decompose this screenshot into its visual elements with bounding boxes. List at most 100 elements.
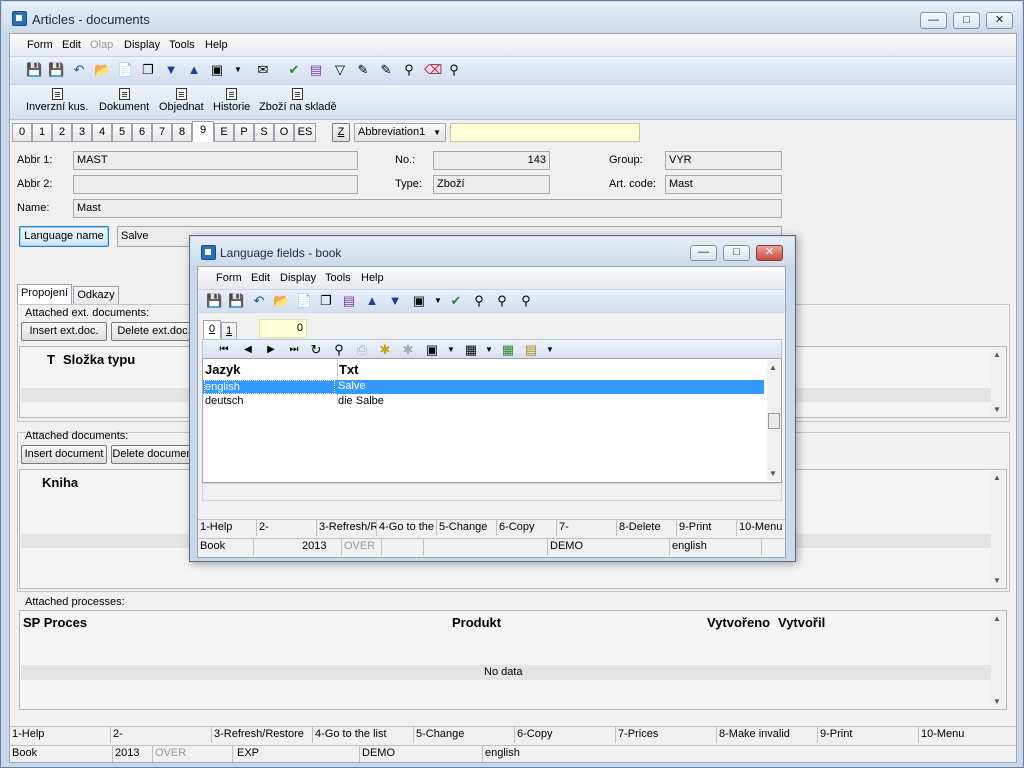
- dialog-tab-0[interactable]: 0: [203, 320, 221, 339]
- no-field[interactable]: 143: [433, 151, 550, 170]
- tab-7[interactable]: 7: [152, 123, 172, 142]
- open-folder-icon[interactable]: 📂: [273, 293, 289, 309]
- table-row[interactable]: deutsch die Salbe: [203, 395, 764, 409]
- col-product[interactable]: Produkt: [452, 615, 501, 630]
- language-grid[interactable]: Jazyk Txt english Salve deutsch die Salbe …: [202, 358, 782, 483]
- col-language[interactable]: Jazyk: [205, 362, 240, 377]
- fkey-refresh[interactable]: 3-Refresh/R: [317, 520, 377, 536]
- new-doc-icon[interactable]: 📄: [296, 293, 312, 309]
- menu-tools[interactable]: Tools: [169, 39, 195, 51]
- stock-goods-button[interactable]: Zboží na skladě: [259, 88, 337, 113]
- fkey-goto[interactable]: 4-Go to the: [377, 520, 437, 536]
- fkey-help[interactable]: 1-Help: [198, 520, 257, 536]
- scroll-thumb[interactable]: [768, 413, 780, 429]
- scroll-down-icon[interactable]: ▼: [769, 469, 777, 478]
- tab-p[interactable]: P: [234, 123, 254, 142]
- tab-5[interactable]: 5: [112, 123, 132, 142]
- edit-icon[interactable]: ✎: [355, 62, 371, 78]
- arrow-down-icon[interactable]: ▼: [387, 293, 403, 309]
- dropdown-icon[interactable]: ▼: [481, 342, 497, 358]
- notes-icon[interactable]: ▤: [523, 342, 539, 358]
- tab-4[interactable]: 4: [92, 123, 112, 142]
- scroll-down-icon[interactable]: ▼: [993, 697, 1001, 706]
- abbreviation-select[interactable]: Abbreviation1 ▼: [354, 123, 446, 142]
- insert-ext-doc-button[interactable]: Insert ext.doc.: [21, 322, 107, 341]
- tab-1[interactable]: 1: [32, 123, 52, 142]
- processes-scrollbar[interactable]: ▲ ▼: [991, 612, 1005, 708]
- tab-9[interactable]: 9: [192, 121, 214, 142]
- fkey-copy[interactable]: 6-Copy: [515, 727, 616, 743]
- fkey-print[interactable]: 9-Print: [677, 520, 737, 536]
- tab-s[interactable]: S: [254, 123, 274, 142]
- save-all-icon[interactable]: 💾: [228, 293, 244, 309]
- mail-icon[interactable]: ✉: [255, 62, 271, 78]
- col-t[interactable]: T: [47, 352, 55, 367]
- dialog-menu-help[interactable]: Help: [361, 272, 384, 284]
- scroll-down-icon[interactable]: ▼: [993, 405, 1001, 414]
- book-icon[interactable]: ▤: [308, 62, 324, 78]
- dialog-menu-display[interactable]: Display: [280, 272, 316, 284]
- save-icon[interactable]: 💾: [26, 62, 42, 78]
- menu-form[interactable]: Form: [27, 39, 53, 51]
- tab-e[interactable]: E: [214, 123, 234, 142]
- history-button[interactable]: Historie: [213, 88, 250, 113]
- fkey-copy[interactable]: 6-Copy: [497, 520, 557, 536]
- col-folder-type[interactable]: Složka typu: [63, 352, 135, 367]
- arrow-up-icon[interactable]: ▲: [364, 293, 380, 309]
- fkey-print[interactable]: 9-Print: [818, 727, 919, 743]
- fkey-menu[interactable]: 10-Menu: [737, 520, 785, 536]
- tab-3[interactable]: 3: [72, 123, 92, 142]
- search-binoculars-icon[interactable]: ⚲: [331, 342, 347, 358]
- open-folder-icon[interactable]: 📂: [94, 62, 110, 78]
- abbreviation-input[interactable]: [450, 123, 640, 142]
- inverse-piece-button[interactable]: Inverzní kus.: [26, 88, 88, 113]
- document-button[interactable]: Dokument: [99, 88, 149, 113]
- table-row[interactable]: english Salve: [203, 380, 764, 394]
- dropdown-icon[interactable]: ▼: [443, 342, 459, 358]
- tab-2[interactable]: 2: [52, 123, 72, 142]
- copy-icon[interactable]: ❐: [140, 62, 156, 78]
- fkey-goto-list[interactable]: 4-Go to the list: [313, 727, 414, 743]
- tab-propojeni[interactable]: Propojení: [17, 284, 72, 305]
- tab-es[interactable]: ES: [294, 123, 316, 142]
- refresh-doc-icon[interactable]: ↻: [308, 342, 324, 358]
- tab-odkazy[interactable]: Odkazy: [73, 286, 119, 305]
- fkey-change[interactable]: 5-Change: [437, 520, 497, 536]
- new-record-icon[interactable]: ✱: [377, 342, 393, 358]
- tab-8[interactable]: 8: [172, 123, 192, 142]
- filter-check-icon[interactable]: ✔: [448, 293, 464, 309]
- delete-ext-doc-button[interactable]: Delete ext.doc.: [111, 322, 197, 341]
- binoculars-edit-icon[interactable]: ⚲: [518, 293, 534, 309]
- fkey-change[interactable]: 5-Change: [414, 727, 515, 743]
- name-field[interactable]: Mast: [73, 199, 782, 218]
- dropdown-icon[interactable]: ▼: [430, 293, 446, 309]
- binoculars-icon[interactable]: ⚲: [401, 62, 417, 78]
- scroll-down-icon[interactable]: ▼: [993, 576, 1001, 585]
- edit-folder-icon[interactable]: ✎: [378, 62, 394, 78]
- z-button[interactable]: Z: [332, 123, 350, 142]
- undo-icon[interactable]: ↶: [71, 62, 87, 78]
- binoculars-icon[interactable]: ⚲: [471, 293, 487, 309]
- fkey-refresh[interactable]: 3-Refresh/Restore: [212, 727, 313, 743]
- columns-icon[interactable]: ▦: [463, 342, 479, 358]
- minimize-button[interactable]: —: [920, 12, 947, 29]
- menu-edit[interactable]: Edit: [62, 39, 81, 51]
- save-icon[interactable]: 💾: [206, 293, 222, 309]
- close-button[interactable]: ✕: [986, 12, 1013, 29]
- delete-doc-icon[interactable]: ⌫: [424, 62, 442, 78]
- arrow-down-icon[interactable]: ▼: [163, 62, 179, 78]
- scroll-up-icon[interactable]: ▲: [993, 473, 1001, 482]
- type-field[interactable]: Zboží: [433, 175, 550, 194]
- save-all-icon[interactable]: 💾: [48, 62, 64, 78]
- camera-icon[interactable]: ▣: [424, 342, 440, 358]
- camera-icon[interactable]: ▣: [411, 293, 427, 309]
- print-icon[interactable]: ⎙: [354, 342, 370, 358]
- artcode-field[interactable]: Mast: [665, 175, 782, 194]
- order-button[interactable]: Objednat: [159, 88, 204, 113]
- col-creator[interactable]: Vytvořil: [778, 615, 825, 630]
- ext-docs-scrollbar[interactable]: ▲ ▼: [991, 348, 1005, 416]
- fkey-make-invalid[interactable]: 8-Make invalid: [717, 727, 818, 743]
- dialog-minimize-button[interactable]: —: [690, 245, 717, 261]
- tab-o[interactable]: O: [274, 123, 294, 142]
- delete-document-button[interactable]: Delete document: [111, 445, 197, 464]
